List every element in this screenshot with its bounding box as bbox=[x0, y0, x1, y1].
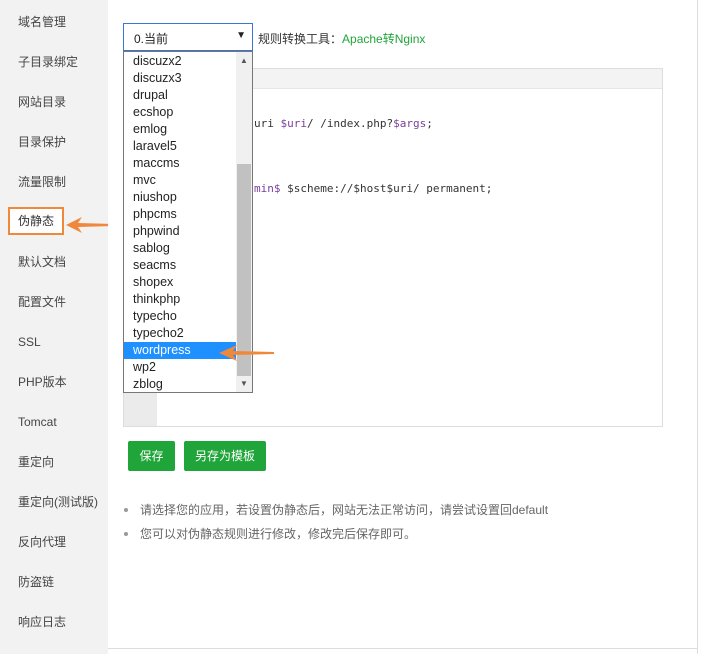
dropdown-option[interactable]: discuzx3 bbox=[124, 70, 236, 87]
panel-border-bottom bbox=[108, 648, 698, 649]
dropdown-option[interactable]: discuzx2 bbox=[124, 53, 236, 70]
chevron-down-icon: ▼ bbox=[236, 30, 246, 41]
dropdown-option[interactable]: zblog bbox=[124, 376, 236, 392]
scroll-down-icon[interactable]: ▼ bbox=[236, 375, 252, 392]
save-as-template-button[interactable]: 另存为模板 bbox=[184, 441, 266, 471]
dropdown-option[interactable]: ecshop bbox=[124, 104, 236, 121]
pointer-arrow-icon bbox=[219, 345, 274, 361]
sidebar-item-tomcat[interactable]: Tomcat bbox=[18, 412, 57, 432]
sidebar-item-ssl[interactable]: SSL bbox=[18, 332, 41, 352]
dropdown-option[interactable]: shopex bbox=[124, 274, 236, 291]
sidebar-item-rewrite[interactable]: 伪静态 bbox=[8, 207, 65, 235]
dropdown-option[interactable]: phpcms bbox=[124, 206, 236, 223]
dropdown-option[interactable]: typecho bbox=[124, 308, 236, 325]
tips-list: 请选择您的应用，若设置伪静态后，网站无法正常访问，请尝试设置回default 您… bbox=[124, 500, 684, 548]
tool-label: 规则转换工具： bbox=[258, 32, 343, 46]
scroll-up-icon[interactable]: ▲ bbox=[236, 52, 252, 69]
tip-item: 请选择您的应用，若设置伪静态后，网站无法正常访问，请尝试设置回default bbox=[124, 500, 684, 524]
save-button[interactable]: 保存 bbox=[128, 441, 175, 471]
dropdown-option[interactable]: niushop bbox=[124, 189, 236, 206]
sidebar-item-traffic[interactable]: 流量限制 bbox=[18, 172, 66, 192]
sidebar: 域名管理 子目录绑定 网站目录 目录保护 流量限制 伪静态 默认文档 配置文件 … bbox=[0, 0, 108, 654]
sidebar-item-response-log[interactable]: 响应日志 bbox=[18, 612, 66, 632]
sidebar-item-site-dir[interactable]: 网站目录 bbox=[18, 92, 66, 112]
dropdown-option[interactable]: laravel5 bbox=[124, 138, 236, 155]
sidebar-item-domain[interactable]: 域名管理 bbox=[18, 12, 66, 32]
select-value: 0.当前 bbox=[134, 32, 169, 46]
dropdown-option[interactable]: emlog bbox=[124, 121, 236, 138]
sidebar-item-dir-protect[interactable]: 目录保护 bbox=[18, 132, 66, 152]
dropdown-option[interactable]: sablog bbox=[124, 240, 236, 257]
sidebar-item-reverse-proxy[interactable]: 反向代理 bbox=[18, 532, 66, 552]
dropdown-option[interactable]: phpwind bbox=[124, 223, 236, 240]
dropdown-option[interactable]: mvc bbox=[124, 172, 236, 189]
sidebar-item-subdir[interactable]: 子目录绑定 bbox=[18, 52, 78, 72]
tip-item: 您可以对伪静态规则进行修改，修改完后保存即可。 bbox=[124, 524, 684, 548]
sidebar-item-redirect-beta[interactable]: 重定向(测试版) bbox=[18, 492, 98, 512]
sidebar-item-config[interactable]: 配置文件 bbox=[18, 292, 66, 312]
sidebar-item-default-doc[interactable]: 默认文档 bbox=[18, 252, 66, 272]
code-line: min$ $scheme://$host$uri/ permanent; bbox=[254, 182, 493, 195]
code-line: uri $uri/ /index.php?$args; bbox=[254, 117, 433, 130]
dropdown-option[interactable]: seacms bbox=[124, 257, 236, 274]
rewrite-template-select[interactable]: 0.当前 ▼ bbox=[123, 23, 253, 51]
dropdown-option[interactable]: thinkphp bbox=[124, 291, 236, 308]
apache-to-nginx-link[interactable]: Apache转Nginx bbox=[342, 32, 425, 46]
panel-border bbox=[697, 0, 698, 654]
dropdown-option[interactable]: typecho2 bbox=[124, 325, 236, 342]
sidebar-item-redirect[interactable]: 重定向 bbox=[18, 452, 54, 472]
dropdown-option[interactable]: drupal bbox=[124, 87, 236, 104]
rewrite-template-dropdown[interactable]: discuzx2 discuzx3 drupal ecshop emlog la… bbox=[123, 51, 253, 393]
sidebar-item-php-version[interactable]: PHP版本 bbox=[18, 372, 67, 392]
sidebar-item-hotlink[interactable]: 防盗链 bbox=[18, 572, 54, 592]
rule-convert-tool: 规则转换工具：Apache转Nginx bbox=[258, 30, 425, 47]
dropdown-option[interactable]: maccms bbox=[124, 155, 236, 172]
dropdown-scrollbar[interactable]: ▲ ▼ bbox=[236, 52, 252, 392]
